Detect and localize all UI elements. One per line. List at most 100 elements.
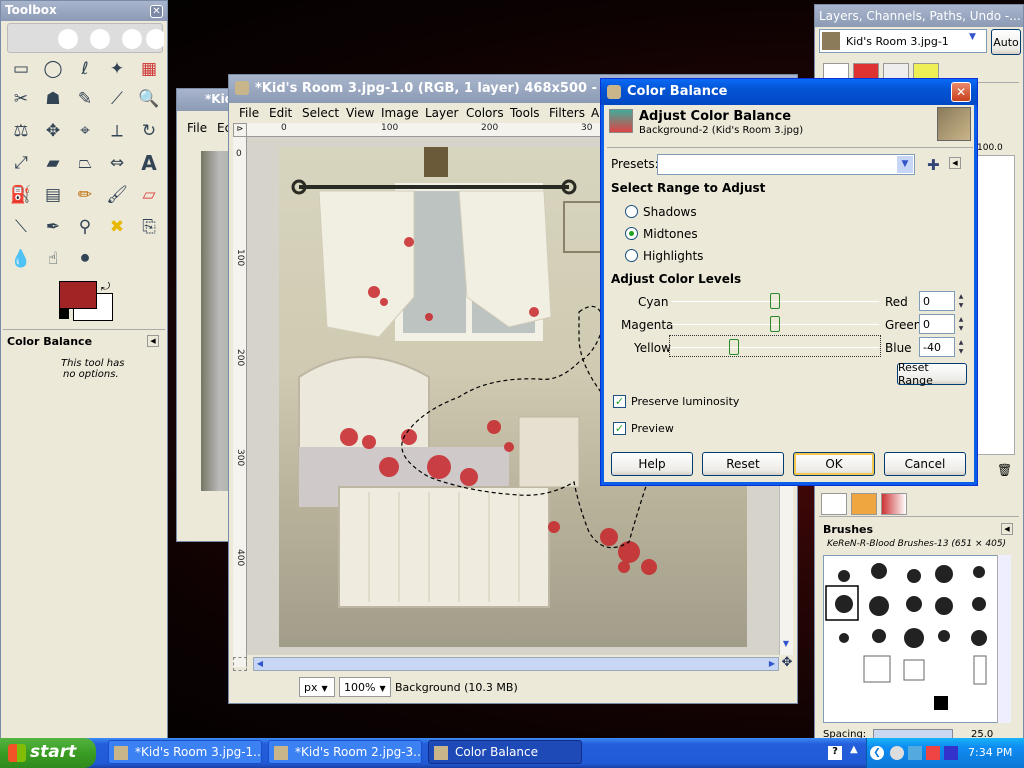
swap-colors-icon[interactable]: ⤾ — [101, 280, 110, 294]
blend-tool-icon[interactable]: ▤ — [39, 181, 67, 209]
brushes-scrollbar[interactable] — [997, 555, 1011, 723]
menu-filters[interactable]: Filters — [549, 106, 585, 120]
presets-chevron-down-icon[interactable]: ▼ — [897, 156, 913, 173]
image-select-chevron-down-icon[interactable]: ▼ — [969, 32, 976, 42]
toolbox-titlebar[interactable]: Toolbox — [1, 1, 167, 21]
delete-layer-icon[interactable]: 🗑 — [997, 463, 1012, 477]
menu-file[interactable]: File — [239, 106, 259, 120]
preserve-luminosity-checkbox[interactable]: ✓ — [613, 395, 626, 408]
foreground-color-swatch[interactable] — [59, 281, 97, 309]
tab-gradients-icon[interactable] — [881, 493, 907, 515]
airbrush-tool-icon[interactable]: ⟍ — [7, 213, 35, 241]
unit-select[interactable]: px ▼ — [299, 677, 335, 697]
cyan-red-spin-arrows-icon[interactable]: ▲ ▼ — [956, 292, 966, 310]
ruler-corner[interactable]: ⊳ — [233, 123, 247, 137]
scale-tool-icon[interactable]: ⤢ — [7, 149, 35, 177]
align-tool-icon[interactable]: ⌖ — [71, 117, 99, 145]
quicklaunch-chevron-icon[interactable]: ▲ — [850, 744, 858, 755]
quick-mask-toggle-icon[interactable] — [233, 657, 247, 671]
bucket-fill-tool-icon[interactable]: ⛽ — [7, 181, 35, 209]
yellow-blue-spin-arrows-icon[interactable]: ▲ ▼ — [956, 338, 966, 356]
preserve-luminosity-label[interactable]: Preserve luminosity — [631, 395, 739, 408]
reset-range-button[interactable]: Reset Range — [897, 361, 967, 387]
tab-patterns-icon[interactable] — [851, 493, 877, 515]
menu-edit[interactable]: Edit — [269, 106, 292, 120]
tray-app-icon-1[interactable] — [926, 746, 940, 760]
menu-colors[interactable]: Colors — [466, 106, 504, 120]
free-select-tool-icon[interactable]: ℓ — [71, 55, 99, 83]
menu-image[interactable]: Image — [381, 106, 419, 120]
zoom-tool-icon[interactable]: 🔍 — [135, 85, 163, 113]
menu-layer[interactable]: Layer — [425, 106, 458, 120]
menu-more[interactable]: A — [591, 106, 599, 120]
ellipse-select-tool-icon[interactable]: ◯ — [39, 55, 67, 83]
brushes-menu-icon[interactable]: ◀ — [1001, 523, 1013, 535]
yellow-blue-track[interactable] — [671, 347, 879, 348]
cancel-button[interactable]: Cancel — [884, 452, 966, 476]
perspective-clone-tool-icon[interactable]: ⎘ — [135, 213, 163, 241]
presets-menu-icon[interactable]: ◀ — [949, 157, 961, 169]
tray-network-icon[interactable] — [890, 746, 904, 760]
scroll-left-arrow-icon[interactable]: ◀ — [253, 657, 267, 671]
taskbar-item-color-balance[interactable]: Color Balance — [428, 740, 582, 764]
taskbar-item-kids-room-2[interactable]: *Kid's Room 2.jpg-3.... — [268, 740, 422, 764]
preview-checkbox[interactable]: ✓ — [613, 422, 626, 435]
magenta-green-slider-thumb[interactable] — [770, 316, 780, 332]
shear-tool-icon[interactable]: ▰ — [39, 149, 67, 177]
zoom-select[interactable]: 100% ▼ — [339, 677, 391, 697]
presets-dropdown[interactable] — [657, 154, 915, 175]
menu-tools[interactable]: Tools — [510, 106, 540, 120]
layers-dock-titlebar[interactable]: Layers, Channels, Paths, Undo -... — [815, 5, 1023, 27]
fuzzy-select-tool-icon[interactable]: ✦ — [103, 55, 131, 83]
add-preset-icon[interactable]: ✚ — [927, 156, 940, 174]
taskbar-item-kids-room-3[interactable]: *Kid's Room 3.jpg-1.... — [108, 740, 262, 764]
default-colors-icon[interactable] — [59, 309, 69, 319]
color-picker-tool-icon[interactable]: ⟋ — [103, 85, 131, 113]
tray-volume-icon[interactable] — [908, 746, 922, 760]
perspective-tool-icon[interactable]: ⏢ — [71, 149, 99, 177]
yellow-blue-spinbox[interactable]: -40 ▲ ▼ — [919, 337, 963, 357]
tab-brushes-icon[interactable] — [821, 493, 847, 515]
image-select-dropdown[interactable]: Kid's Room 3.jpg-1 — [819, 29, 987, 53]
move-tool-icon[interactable]: ✥ — [39, 117, 67, 145]
auto-button[interactable]: Auto — [991, 29, 1021, 55]
foreground-select-tool-icon[interactable]: ☗ — [39, 85, 67, 113]
paths-tool-icon[interactable]: ✎ — [71, 85, 99, 113]
tray-expand-icon[interactable]: ❮ — [870, 746, 884, 760]
navigate-icon[interactable]: ✥ — [779, 655, 795, 671]
dialog-close-button[interactable]: ✕ — [951, 82, 971, 102]
menu-view[interactable]: View — [346, 106, 374, 120]
measure-tool-icon[interactable]: ⚖ — [7, 117, 35, 145]
opacity-value[interactable]: 100.0 — [977, 143, 1003, 153]
background-menu-file[interactable]: File — [187, 121, 207, 135]
clone-tool-icon[interactable]: ⚲ — [71, 213, 99, 241]
tray-app-icon-2[interactable] — [944, 746, 958, 760]
shadows-label[interactable]: Shadows — [643, 205, 697, 219]
midtones-radio[interactable] — [625, 227, 638, 240]
tool-options-menu-icon[interactable]: ◀ — [147, 335, 159, 347]
brushes-grid[interactable] — [823, 555, 1011, 723]
preview-label[interactable]: Preview — [631, 422, 674, 435]
midtones-label[interactable]: Midtones — [643, 227, 698, 241]
help-tray-icon[interactable]: ? — [828, 746, 842, 760]
toolbox-close-button[interactable]: ✕ — [150, 5, 163, 18]
magenta-green-spin-arrows-icon[interactable]: ▲ ▼ — [956, 315, 966, 333]
magenta-green-spinbox[interactable]: 0 ▲ ▼ — [919, 314, 963, 334]
scissors-tool-icon[interactable]: ✂ — [7, 85, 35, 113]
highlights-label[interactable]: Highlights — [643, 249, 703, 263]
select-by-color-tool-icon[interactable]: ▦ — [135, 55, 163, 83]
pencil-tool-icon[interactable]: ✏ — [71, 181, 99, 209]
dodge-burn-tool-icon[interactable]: ⚫ — [71, 245, 99, 273]
rotate-tool-icon[interactable]: ↻ — [135, 117, 163, 145]
dialog-titlebar[interactable]: Color Balance — [601, 79, 977, 105]
crop-tool-icon[interactable]: ⟂ — [103, 117, 131, 145]
highlights-radio[interactable] — [625, 249, 638, 262]
text-tool-icon[interactable]: A — [135, 149, 163, 177]
menu-select[interactable]: Select — [302, 106, 339, 120]
horizontal-scrollbar[interactable] — [253, 657, 779, 671]
reset-button[interactable]: Reset — [702, 452, 784, 476]
rect-select-tool-icon[interactable]: ▭ — [7, 55, 35, 83]
flip-tool-icon[interactable]: ⇔ — [103, 149, 131, 177]
help-button[interactable]: Help — [611, 452, 693, 476]
ok-button[interactable]: OK — [793, 452, 875, 476]
